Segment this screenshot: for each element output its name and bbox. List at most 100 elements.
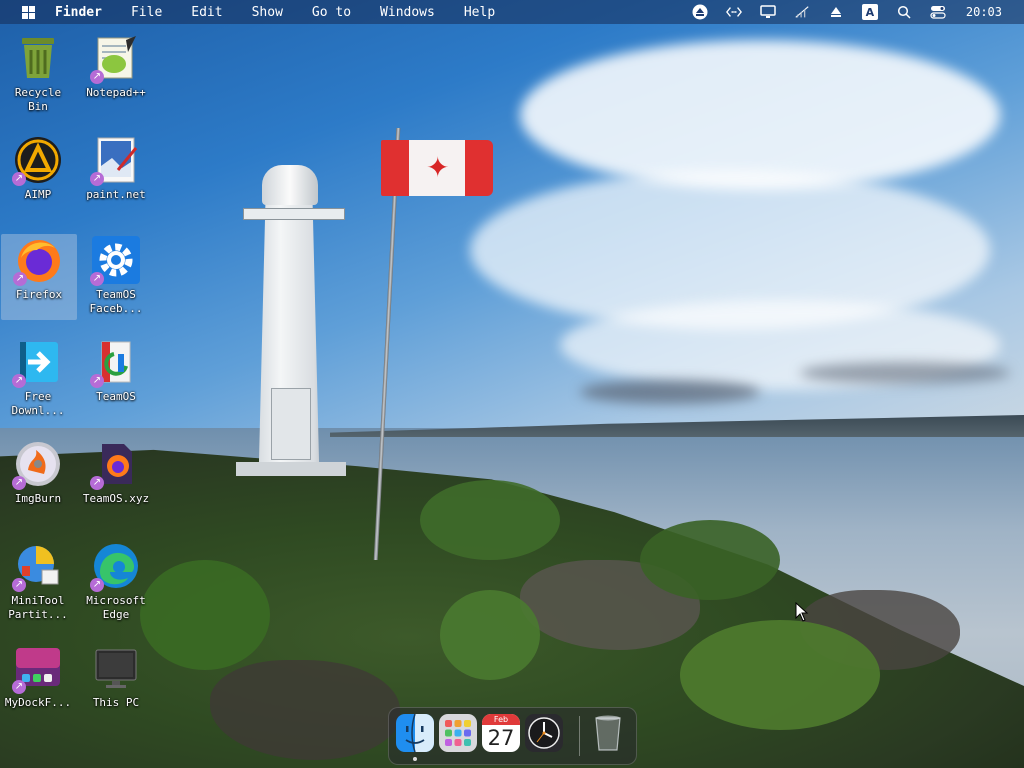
shortcut-arrow-icon: ↗ xyxy=(12,476,26,490)
teamos-icon: ↗ xyxy=(90,338,140,388)
upload-icon[interactable] xyxy=(828,4,844,20)
gear-icon: ↗ xyxy=(90,236,140,286)
dock-launchpad[interactable] xyxy=(439,714,477,752)
clock-icon xyxy=(525,714,563,752)
desktop-icon-label: Microsoft Edge xyxy=(86,594,146,621)
dock-clock[interactable] xyxy=(525,714,563,752)
desktop-icon-recycle-bin[interactable]: Recycle Bin xyxy=(0,32,76,118)
dock-calendar[interactable]: Feb 27 xyxy=(482,714,520,752)
shortcut-arrow-icon: ↗ xyxy=(90,172,104,186)
input-method-icon[interactable]: A xyxy=(861,4,878,20)
menu-app-name[interactable]: Finder xyxy=(55,5,102,20)
menu-go-to[interactable]: Go to xyxy=(312,5,351,20)
desktop-icon-teamos-facebook[interactable]: ↗ TeamOS Faceb... xyxy=(78,234,154,320)
menu-bar: Finder File Edit Show Go to Windows Help… xyxy=(0,0,1024,24)
wallpaper-lighthouse-lantern xyxy=(262,165,318,205)
code-icon[interactable] xyxy=(725,4,742,20)
desktop-icon-label: paint.net xyxy=(86,188,146,201)
menu-help[interactable]: Help xyxy=(464,5,495,20)
wallpaper-bush xyxy=(440,590,540,680)
eject-icon[interactable] xyxy=(692,4,708,20)
aimp-icon: ↗ xyxy=(12,136,62,186)
desktop-icon-mydock[interactable]: ↗ MyDockF... xyxy=(0,642,76,728)
shortcut-arrow-icon: ↗ xyxy=(12,172,26,186)
desktop-icon-label: Free Downl... xyxy=(11,390,65,417)
desktop-icon-microsoft-edge[interactable]: ↗ Microsoft Edge xyxy=(78,540,154,626)
calendar-month: Feb xyxy=(482,714,520,725)
menu-show[interactable]: Show xyxy=(252,5,283,20)
teamos-xyz-icon: ↗ xyxy=(90,440,140,490)
desktop-icon-label: ImgBurn xyxy=(14,492,62,505)
mouse-cursor-icon xyxy=(795,602,809,622)
desktop-icon-paintnet[interactable]: ↗ paint.net xyxy=(78,134,154,220)
desktop-icon-firefox[interactable]: ↗ Firefox xyxy=(1,234,77,320)
menu-clock[interactable]: 20:03 xyxy=(966,5,1002,19)
wallpaper-canada-flag: ✦ xyxy=(381,140,493,196)
dock-separator xyxy=(579,716,580,756)
desktop-icon-imgburn[interactable]: ↗ ImgBurn xyxy=(0,438,76,524)
edge-icon: ↗ xyxy=(90,542,140,592)
trash-icon xyxy=(595,715,621,751)
desktop-icon-notepadpp[interactable]: ↗ Notepad++ xyxy=(78,32,154,118)
menu-edit[interactable]: Edit xyxy=(191,5,222,20)
desktop-icon-teamos[interactable]: ↗ TeamOS xyxy=(78,336,154,422)
running-indicator xyxy=(413,757,417,761)
dock-finder[interactable] xyxy=(396,713,434,753)
control-center-icon[interactable] xyxy=(930,4,946,20)
dock-trash[interactable] xyxy=(589,714,627,752)
shortcut-arrow-icon: ↗ xyxy=(90,476,104,490)
desktop-icon-label: MyDockF... xyxy=(4,696,72,709)
windows-logo-icon[interactable] xyxy=(22,5,35,19)
display-icon[interactable] xyxy=(760,4,776,20)
launchpad-icon xyxy=(439,714,477,752)
network-icon[interactable] xyxy=(794,4,810,20)
desktop-icon-minitool[interactable]: ↗ MiniTool Partit... xyxy=(0,540,76,626)
calendar-icon: Feb 27 xyxy=(482,714,520,752)
menu-windows[interactable]: Windows xyxy=(380,5,435,20)
shortcut-arrow-icon: ↗ xyxy=(13,272,27,286)
system-tray: A 20:03 xyxy=(674,0,1024,24)
desktop-icon-label: TeamOS Faceb... xyxy=(89,288,143,315)
wallpaper-cloud xyxy=(520,40,1000,190)
desktop-icon-label: Recycle Bin xyxy=(14,86,62,113)
maple-leaf-icon: ✦ xyxy=(426,151,450,184)
wallpaper-bush xyxy=(680,620,880,730)
firefox-icon: ↗ xyxy=(13,236,63,286)
desktop-icon-label: TeamOS xyxy=(96,390,136,403)
desktop-icon-label: TeamOS.xyz xyxy=(82,492,150,505)
dock: Feb 27 xyxy=(388,707,637,765)
wallpaper-lighthouse-gallery xyxy=(243,208,345,220)
notepadpp-icon: ↗ xyxy=(90,34,140,84)
desktop-icon-label: Firefox xyxy=(15,288,63,301)
imgburn-icon: ↗ xyxy=(12,440,62,490)
shortcut-arrow-icon: ↗ xyxy=(90,70,104,84)
shortcut-arrow-icon: ↗ xyxy=(90,374,104,388)
input-method-label: A xyxy=(865,5,875,19)
recycle-bin-icon xyxy=(14,34,62,82)
desktop-icon-this-pc[interactable]: This PC xyxy=(78,642,154,728)
finder-icon xyxy=(396,713,434,753)
wallpaper-lighthouse-door xyxy=(271,388,311,460)
desktop-icon-label: AIMP xyxy=(24,188,52,201)
wallpaper-bush xyxy=(140,560,270,670)
desktop-icon-teamos-xyz[interactable]: ↗ TeamOS.xyz xyxy=(78,438,154,524)
desktop-icon-free-download-manager[interactable]: ↗ Free Downl... xyxy=(0,336,76,422)
wallpaper-cloud xyxy=(800,362,1010,384)
desktop-icon-label: Notepad++ xyxy=(86,86,146,99)
shortcut-arrow-icon: ↗ xyxy=(90,272,104,286)
shortcut-arrow-icon: ↗ xyxy=(12,680,26,694)
shortcut-arrow-icon: ↗ xyxy=(90,578,104,592)
monitor-icon xyxy=(92,644,140,692)
menu-file[interactable]: File xyxy=(131,5,162,20)
wallpaper-lighthouse-base xyxy=(236,462,346,476)
wallpaper-bush xyxy=(420,480,560,560)
desktop-icon-aimp[interactable]: ↗ AIMP xyxy=(0,134,76,220)
wallpaper-bush xyxy=(640,520,780,600)
desktop-icon-label: MiniTool Partit... xyxy=(8,594,68,621)
search-icon[interactable] xyxy=(896,4,912,20)
mydock-icon: ↗ xyxy=(12,644,62,694)
shortcut-arrow-icon: ↗ xyxy=(12,578,26,592)
wallpaper-cloud xyxy=(580,380,760,404)
desktop-icon-label: This PC xyxy=(92,696,140,709)
minitool-icon: ↗ xyxy=(12,542,62,592)
